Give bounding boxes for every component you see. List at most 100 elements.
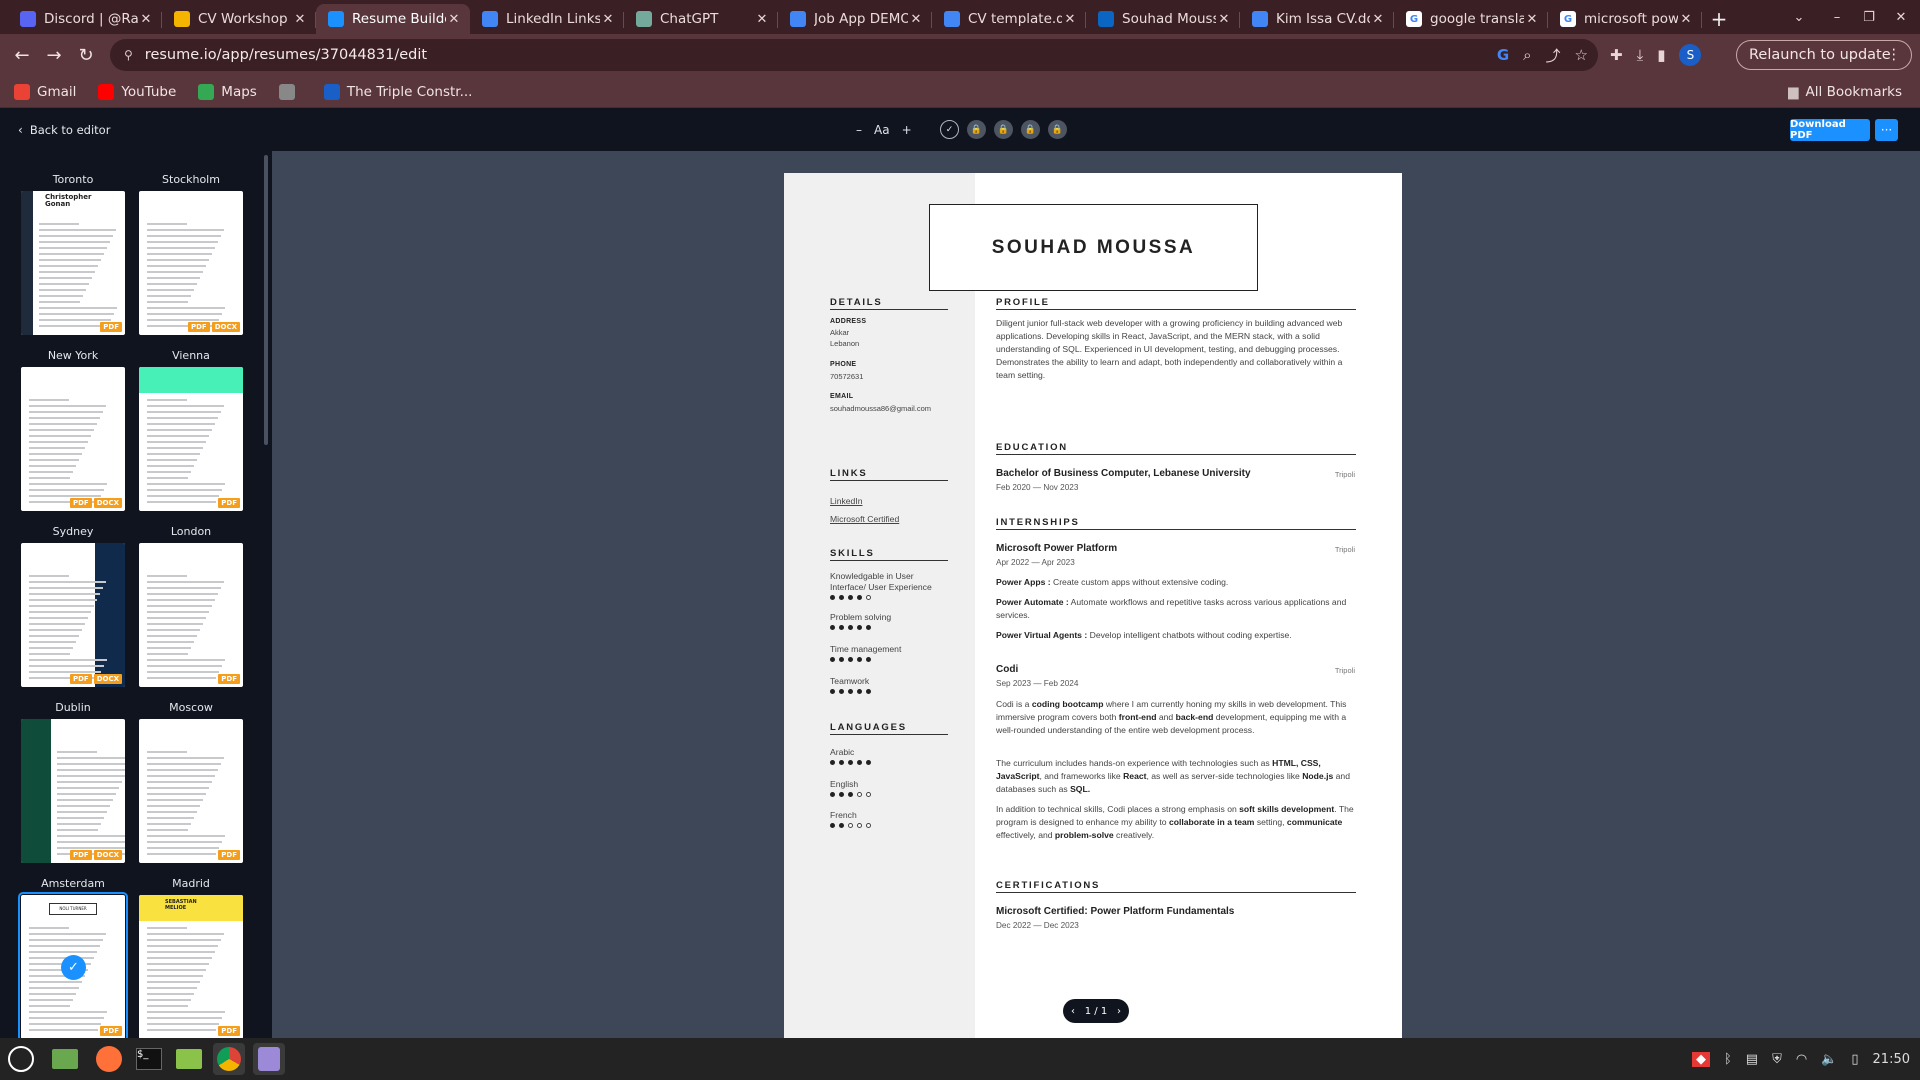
template-card-dublin[interactable]: Dublin PDF DOCX (21, 701, 125, 863)
next-page-icon[interactable]: › (1117, 1006, 1121, 1017)
reload-icon[interactable]: ↻ (70, 39, 102, 71)
template-card-london[interactable]: London PDF (139, 525, 243, 687)
template-thumbnail[interactable]: PDF DOCX (21, 719, 125, 863)
color-option-locked[interactable]: 🔒 (994, 120, 1013, 139)
bluetooth-icon[interactable]: ᛒ (1724, 1052, 1732, 1067)
bookmark-item[interactable]: The Triple Constr... (323, 83, 472, 100)
extensions-icon[interactable]: ✚ (1610, 46, 1623, 64)
browser-tab[interactable]: CV template.d ✕ (932, 4, 1086, 34)
prev-page-icon[interactable]: ‹ (1071, 1006, 1075, 1017)
relaunch-button[interactable]: Relaunch to update ⋮ (1736, 40, 1912, 70)
downloads-icon[interactable]: ⤓ (1637, 46, 1644, 64)
template-thumbnail[interactable]: PDF (139, 367, 243, 511)
app-tray-icon[interactable]: ◆ (1691, 1051, 1710, 1067)
clipboard-icon[interactable]: ▤ (1746, 1052, 1758, 1067)
browser-tab[interactable]: ChatGPT ✕ (624, 4, 778, 34)
browser-tab[interactable]: Discord | @Ra ✕ (8, 4, 162, 34)
clock[interactable]: 21:50 (1873, 1052, 1910, 1067)
browser-tab[interactable]: Kim Issa CV.do ✕ (1240, 4, 1394, 34)
close-tab-icon[interactable]: ✕ (1524, 12, 1540, 27)
tab-search-icon[interactable]: ⌄ (1784, 0, 1814, 34)
template-thumbnail[interactable]: PDF DOCX (139, 191, 243, 335)
template-thumbnail[interactable]: PDF (139, 719, 243, 863)
browser-tab[interactable]: Gmicrosoft pow ✕ (1548, 4, 1702, 34)
close-tab-icon[interactable]: ✕ (292, 12, 308, 27)
text-editor-icon[interactable] (253, 1043, 285, 1075)
close-tab-icon[interactable]: ✕ (908, 12, 924, 27)
close-tab-icon[interactable]: ✕ (1370, 12, 1386, 27)
close-window-icon[interactable]: ✕ (1886, 0, 1916, 34)
bookmark-item[interactable] (278, 83, 302, 100)
template-thumbnail[interactable]: PDF DOCX (21, 543, 125, 687)
thumbnail-text-line (29, 945, 100, 947)
link-microsoft-certified[interactable]: Microsoft Certified (830, 514, 899, 525)
color-option-locked[interactable]: 🔒 (1048, 120, 1067, 139)
template-card-amsterdam[interactable]: Amsterdam NOLI TURNER ✓ PDF (18, 877, 128, 1038)
site-info-icon[interactable]: ⚲ (124, 48, 133, 62)
template-thumbnail[interactable]: PDF DOCX (21, 367, 125, 511)
template-card-new-york[interactable]: New York PDF DOCX (21, 349, 125, 511)
browser-tab[interactable]: CV Workshop ✕ (162, 4, 316, 34)
forward-arrow-icon[interactable]: → (38, 39, 70, 71)
sidebar-scrollbar[interactable] (264, 155, 268, 445)
close-tab-icon[interactable]: ✕ (1216, 12, 1232, 27)
template-card-toronto[interactable]: Toronto Christopher Gonan PDF (21, 173, 125, 335)
font-label[interactable]: Aa (874, 123, 890, 137)
close-tab-icon[interactable]: ✕ (1678, 12, 1694, 27)
files-icon[interactable] (173, 1043, 205, 1075)
close-tab-icon[interactable]: ✕ (138, 12, 154, 27)
color-option-selected[interactable]: ✓ (940, 120, 959, 139)
bookmark-item[interactable]: YouTube (98, 83, 176, 100)
browser-tab[interactable]: Souhad Mouss ✕ (1086, 4, 1240, 34)
template-thumbnail[interactable]: Christopher Gonan PDF (21, 191, 125, 335)
font-increase-button[interactable]: + (902, 123, 912, 137)
address-bar[interactable]: ⚲ resume.io/app/resumes/37044831/edit G … (110, 39, 1598, 71)
side-panel-icon[interactable]: ▮ (1657, 46, 1665, 64)
more-options-button[interactable]: ··· (1875, 119, 1898, 141)
new-tab-button[interactable]: + (1702, 4, 1736, 34)
all-bookmarks-button[interactable]: ▆ All Bookmarks (1788, 76, 1902, 108)
browser-tab[interactable]: Resume Builde ✕ (316, 4, 470, 34)
back-to-editor-link[interactable]: ‹ Back to editor (18, 108, 110, 151)
close-tab-icon[interactable]: ✕ (600, 12, 616, 27)
terminal-icon[interactable]: $_ (133, 1043, 165, 1075)
link-linkedin[interactable]: LinkedIn (830, 496, 863, 507)
template-card-vienna[interactable]: Vienna PDF (139, 349, 243, 511)
template-card-madrid[interactable]: Madrid SEBASTIAN MELIOE PDF (139, 877, 243, 1038)
template-thumbnail[interactable]: PDF (139, 543, 243, 687)
chrome-icon[interactable] (213, 1043, 245, 1075)
font-decrease-button[interactable]: – (856, 123, 862, 137)
volume-icon[interactable]: 🔈 (1821, 1052, 1837, 1067)
firefox-icon[interactable] (93, 1043, 125, 1075)
color-option-locked[interactable]: 🔒 (967, 120, 986, 139)
color-option-locked[interactable]: 🔒 (1021, 120, 1040, 139)
browser-tab[interactable]: Job App DEMO ✕ (778, 4, 932, 34)
template-card-moscow[interactable]: Moscow PDF (139, 701, 243, 863)
close-tab-icon[interactable]: ✕ (446, 12, 462, 27)
close-tab-icon[interactable]: ✕ (754, 12, 770, 27)
zoom-icon[interactable]: ⌕ (1523, 46, 1531, 64)
template-card-sydney[interactable]: Sydney PDF DOCX (21, 525, 125, 687)
battery-icon[interactable]: ▯ (1851, 1052, 1858, 1067)
template-card-stockholm[interactable]: Stockholm PDF DOCX (139, 173, 243, 335)
bookmark-item[interactable]: Maps (198, 83, 257, 100)
menu-dots-icon[interactable]: ⋮ (1887, 47, 1902, 63)
browser-tab[interactable]: Ggoogle transla ✕ (1394, 4, 1548, 34)
template-thumbnail[interactable]: SEBASTIAN MELIOE PDF (139, 895, 243, 1038)
template-thumbnail[interactable]: NOLI TURNER ✓ PDF (18, 892, 128, 1038)
minimize-icon[interactable]: – (1822, 0, 1852, 34)
browser-tab[interactable]: LinkedIn Links ✕ (470, 4, 624, 34)
google-lens-icon[interactable]: G (1497, 46, 1509, 64)
back-arrow-icon[interactable]: ← (6, 39, 38, 71)
shield-icon[interactable]: ⛨ (1772, 1052, 1782, 1067)
share-icon[interactable]: ⤴ (1546, 45, 1561, 66)
wifi-icon[interactable]: ◠ (1796, 1052, 1807, 1067)
close-tab-icon[interactable]: ✕ (1062, 12, 1078, 27)
profile-avatar[interactable]: S (1679, 44, 1702, 66)
bookmark-star-icon[interactable]: ☆ (1575, 46, 1588, 64)
download-pdf-button[interactable]: Download PDF (1790, 119, 1870, 141)
restore-icon[interactable]: ❐ (1854, 0, 1884, 34)
show-desktop-icon[interactable] (49, 1043, 81, 1075)
menu-icon[interactable] (5, 1043, 37, 1075)
bookmark-item[interactable]: Gmail (14, 83, 76, 100)
